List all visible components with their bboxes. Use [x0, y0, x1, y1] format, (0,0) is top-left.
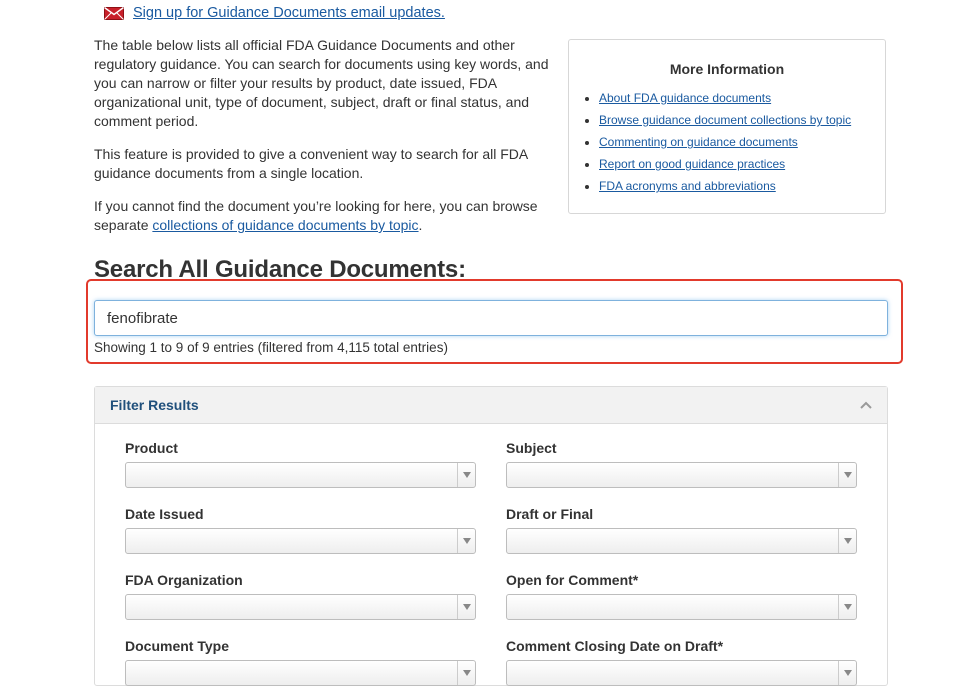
chevron-down-icon: [457, 595, 475, 619]
acronyms-link[interactable]: FDA acronyms and abbreviations: [599, 179, 776, 193]
comment-closing-date-label: Comment Closing Date on Draft*: [506, 638, 724, 654]
date-issued-select[interactable]: [125, 528, 476, 554]
intro-paragraph-3-end: .: [418, 217, 423, 233]
commenting-link[interactable]: Commenting on guidance documents: [599, 135, 798, 149]
fda-organization-label: FDA Organization: [125, 572, 243, 588]
intro-text: The table below lists all official FDA G…: [94, 36, 556, 249]
more-information-list: About FDA guidance documents Browse guid…: [569, 87, 885, 197]
entries-count: Showing 1 to 9 of 9 entries (filtered fr…: [94, 340, 448, 355]
list-item: About FDA guidance documents: [599, 87, 885, 109]
collections-by-topic-link[interactable]: collections of guidance documents by top…: [152, 217, 418, 233]
fda-organization-select[interactable]: [125, 594, 476, 620]
chevron-down-icon: [457, 661, 475, 685]
envelope-icon: [104, 6, 124, 20]
list-item: Report on good guidance practices: [599, 153, 885, 175]
more-information-title: More Information: [669, 61, 785, 77]
open-for-comment-select[interactable]: [506, 594, 857, 620]
date-issued-label: Date Issued: [125, 506, 204, 522]
draft-final-label: Draft or Final: [506, 506, 594, 522]
subject-label: Subject: [506, 440, 557, 456]
list-item: Browse guidance document collections by …: [599, 109, 885, 131]
chevron-down-icon: [838, 463, 856, 487]
about-guidance-link[interactable]: About FDA guidance documents: [599, 91, 771, 105]
filter-header[interactable]: Filter Results: [95, 387, 887, 424]
intro-paragraph-2: This feature is provided to give a conve…: [94, 146, 528, 181]
browse-collections-link[interactable]: Browse guidance document collections by …: [599, 113, 851, 127]
open-for-comment-label: Open for Comment*: [506, 572, 639, 588]
good-guidance-report-link[interactable]: Report on good guidance practices: [599, 157, 785, 171]
chevron-down-icon: [457, 463, 475, 487]
chevron-up-icon[interactable]: [859, 400, 873, 410]
document-type-select[interactable]: [125, 660, 476, 686]
chevron-down-icon: [838, 595, 856, 619]
product-label: Product: [125, 440, 178, 456]
document-type-label: Document Type: [125, 638, 229, 654]
product-select[interactable]: [125, 462, 476, 488]
list-item: FDA acronyms and abbreviations: [599, 175, 885, 197]
chevron-down-icon: [838, 529, 856, 553]
search-input[interactable]: [94, 300, 888, 336]
draft-final-select[interactable]: [506, 528, 857, 554]
chevron-down-icon: [838, 661, 856, 685]
email-signup: Sign up for Guidance Documents email upd…: [104, 4, 445, 22]
filter-title: Filter Results: [110, 397, 199, 413]
subject-select[interactable]: [506, 462, 857, 488]
comment-closing-date-select[interactable]: [506, 660, 857, 686]
more-information-box: More Information About FDA guidance docu…: [568, 39, 886, 214]
intro-paragraph-1: The table below lists all official FDA G…: [94, 37, 549, 129]
list-item: Commenting on guidance documents: [599, 131, 885, 153]
intro-paragraph-3: If you cannot find the document you’re l…: [94, 197, 556, 235]
email-signup-link[interactable]: Sign up for Guidance Documents email upd…: [133, 5, 445, 21]
chevron-down-icon: [457, 529, 475, 553]
